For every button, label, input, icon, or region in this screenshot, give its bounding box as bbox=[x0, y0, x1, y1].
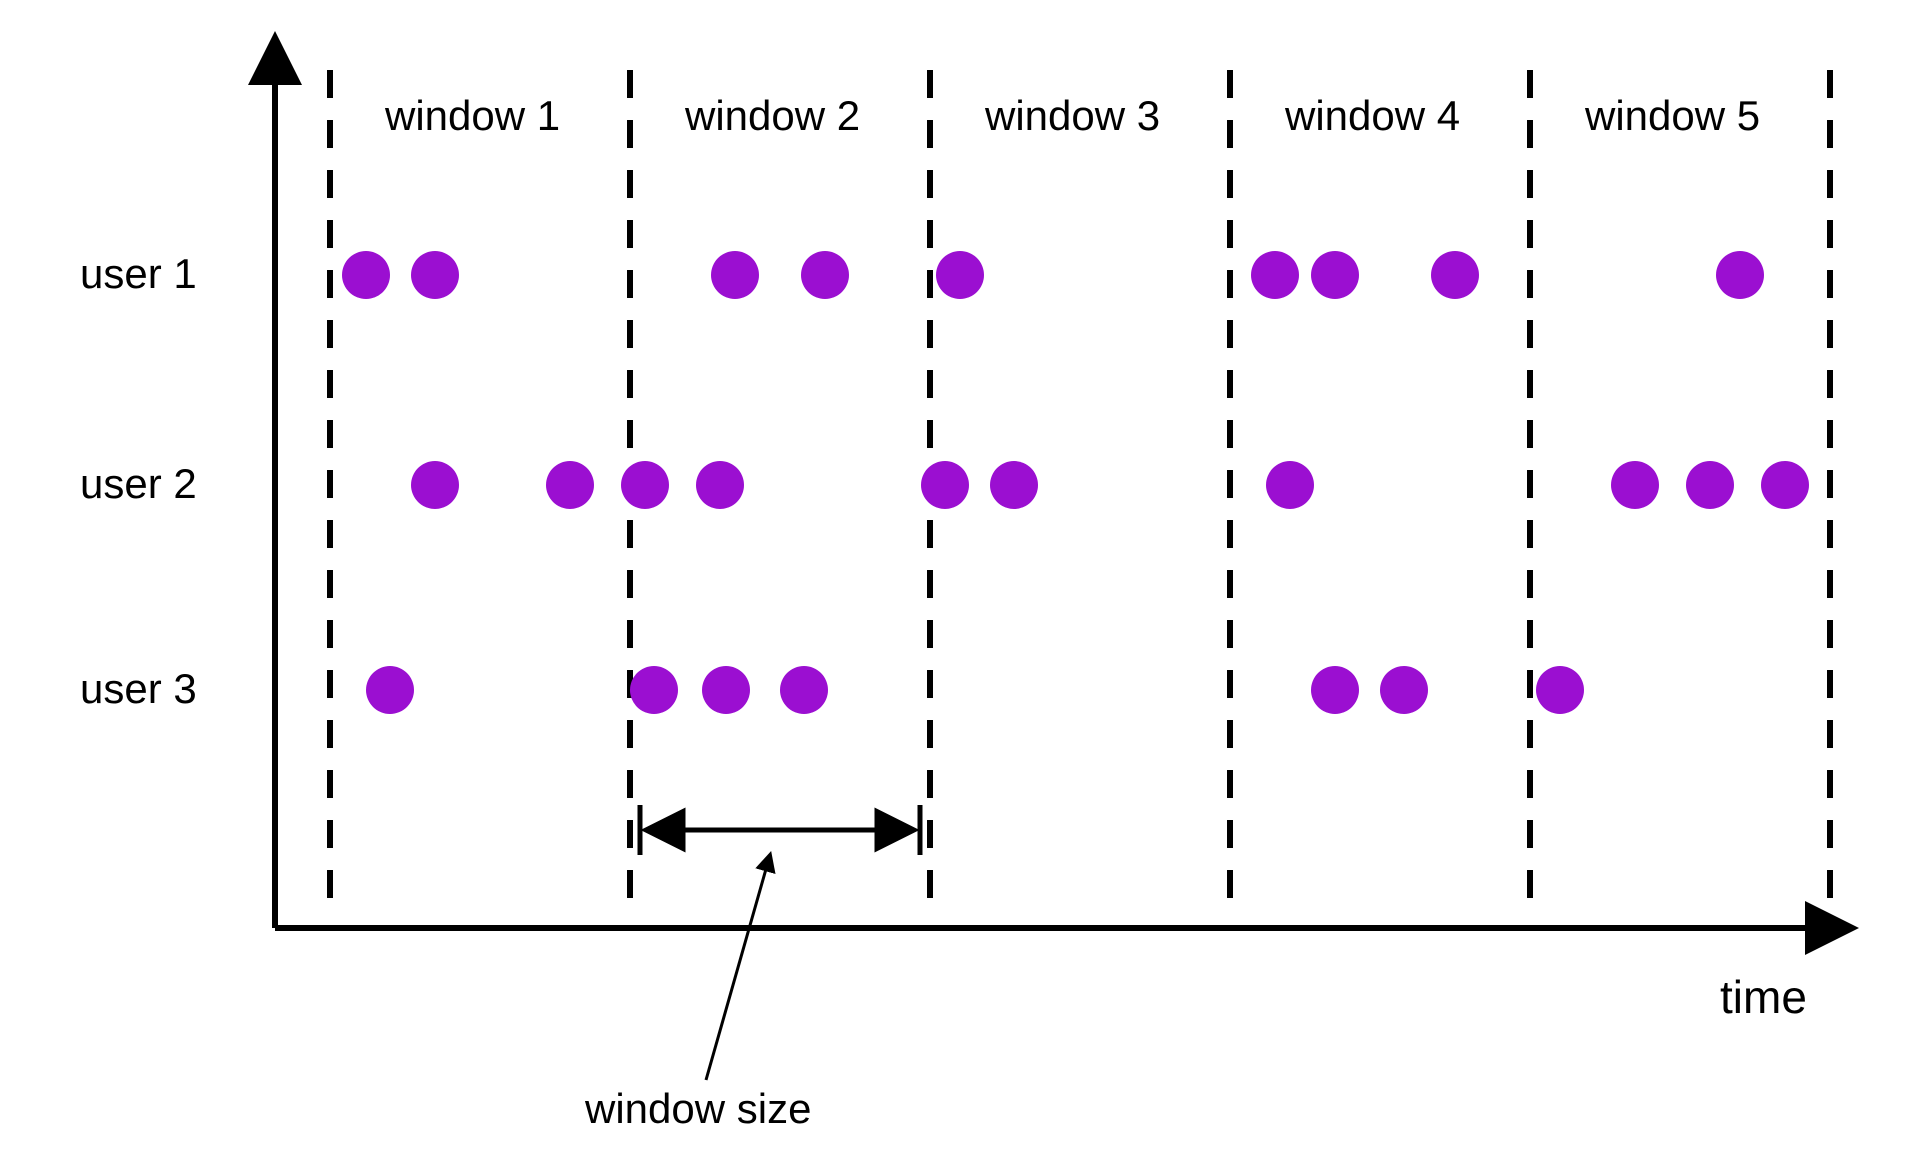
diagram-svg bbox=[0, 0, 1920, 1173]
user-label-1: user 1 bbox=[80, 250, 197, 298]
event-dot bbox=[1686, 461, 1734, 509]
window-label-3: window 3 bbox=[985, 92, 1160, 140]
event-dot bbox=[711, 251, 759, 299]
event-dot bbox=[1611, 461, 1659, 509]
event-dot bbox=[411, 461, 459, 509]
event-dot bbox=[1536, 666, 1584, 714]
window-size-bracket bbox=[640, 805, 920, 855]
event-dot bbox=[1311, 666, 1359, 714]
event-dot bbox=[936, 251, 984, 299]
event-dot bbox=[342, 251, 390, 299]
window-size-label: window size bbox=[585, 1085, 811, 1133]
event-dot bbox=[546, 461, 594, 509]
event-dot bbox=[366, 666, 414, 714]
window-size-pointer bbox=[706, 855, 770, 1080]
event-dot bbox=[1431, 251, 1479, 299]
event-dot bbox=[696, 461, 744, 509]
diagram-stage: user 1 user 2 user 3 window 1 window 2 w… bbox=[0, 0, 1920, 1173]
window-label-2: window 2 bbox=[685, 92, 860, 140]
event-dots bbox=[342, 251, 1809, 714]
event-dot bbox=[1761, 461, 1809, 509]
window-label-1: window 1 bbox=[385, 92, 560, 140]
event-dot bbox=[1311, 251, 1359, 299]
window-label-4: window 4 bbox=[1285, 92, 1460, 140]
event-dot bbox=[1251, 251, 1299, 299]
event-dot bbox=[780, 666, 828, 714]
user-label-3: user 3 bbox=[80, 665, 197, 713]
window-label-5: window 5 bbox=[1585, 92, 1760, 140]
x-axis-label: time bbox=[1720, 970, 1807, 1024]
user-label-2: user 2 bbox=[80, 460, 197, 508]
event-dot bbox=[1266, 461, 1314, 509]
event-dot bbox=[630, 666, 678, 714]
event-dot bbox=[801, 251, 849, 299]
event-dot bbox=[621, 461, 669, 509]
event-dot bbox=[921, 461, 969, 509]
event-dot bbox=[411, 251, 459, 299]
event-dot bbox=[990, 461, 1038, 509]
event-dot bbox=[1380, 666, 1428, 714]
event-dot bbox=[1716, 251, 1764, 299]
event-dot bbox=[702, 666, 750, 714]
